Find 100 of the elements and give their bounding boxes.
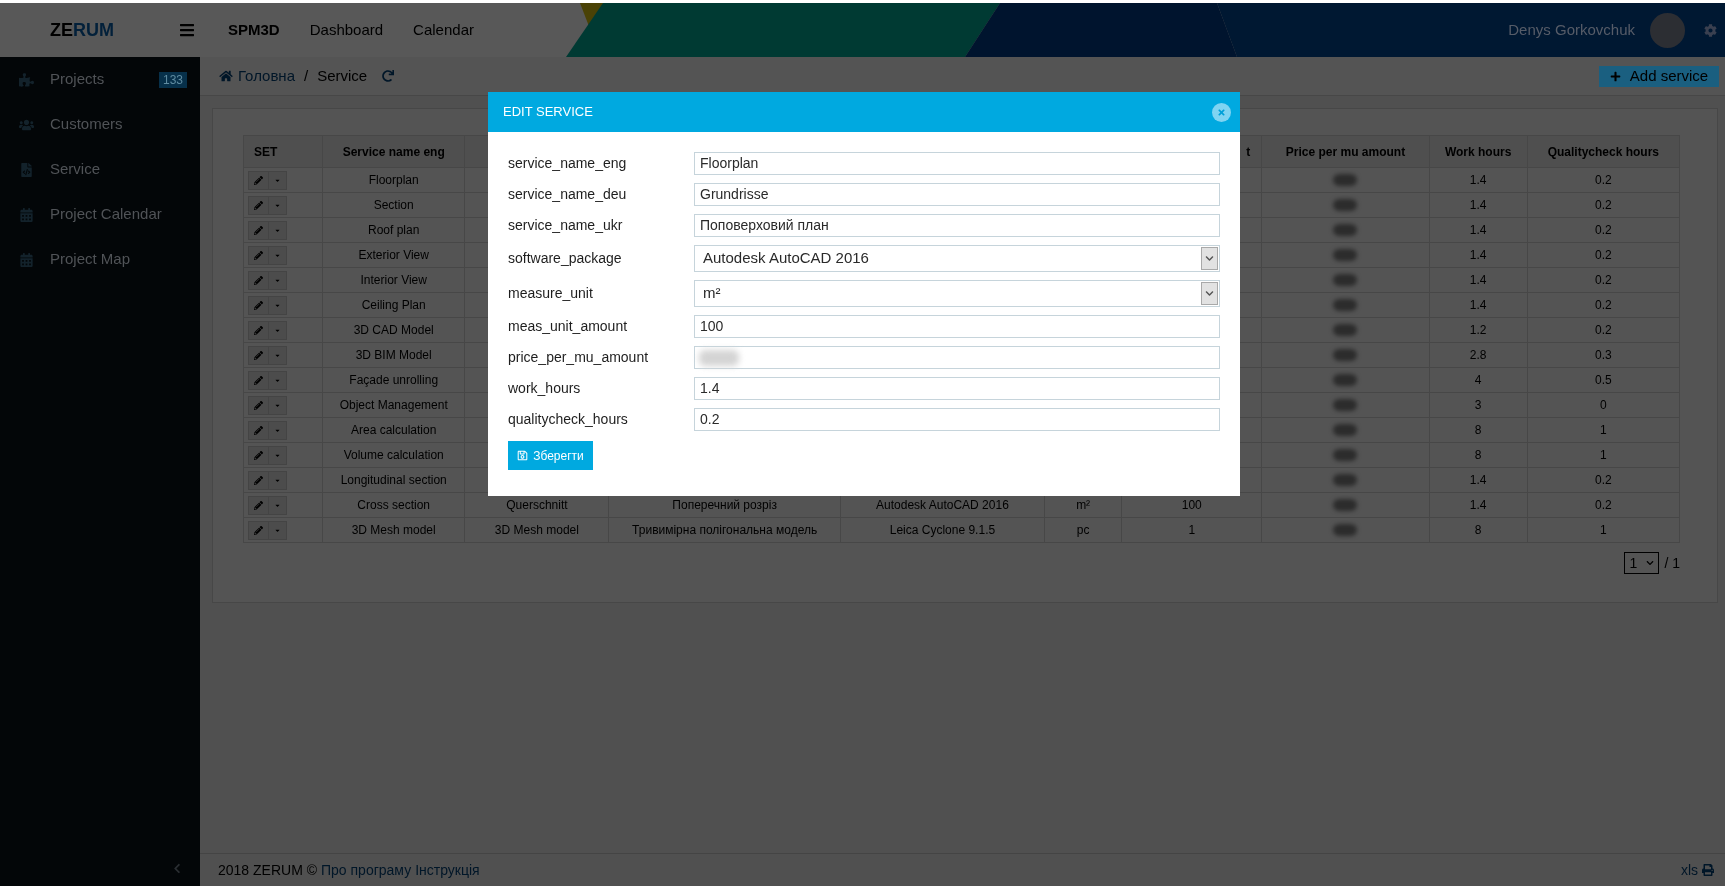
table-cell: 3D Mesh model <box>464 517 609 543</box>
sidebar-item[interactable]: Project Calendar <box>0 192 200 237</box>
chevron-left-icon[interactable] <box>173 863 181 874</box>
breadcrumb-link[interactable]: Головна <box>219 64 295 88</box>
user-name[interactable]: Denys Gorkovchuk <box>1508 18 1635 42</box>
table-cell: 4 <box>1429 367 1528 393</box>
input-field[interactable]: Floorplan <box>694 152 1220 175</box>
add-button[interactable]: Add service <box>1599 65 1719 87</box>
dropdown-toggle[interactable] <box>269 420 287 440</box>
table-cell: 1.4 <box>1429 467 1528 493</box>
pencil-icon <box>254 225 263 235</box>
dropdown-toggle[interactable] <box>269 445 287 465</box>
table-cell: 8 <box>1429 417 1528 443</box>
table-cell: 2.8 <box>1429 342 1528 368</box>
edit-button[interactable] <box>248 370 269 390</box>
dropdown-toggle[interactable] <box>269 195 287 215</box>
app-title[interactable]: SPM3D <box>228 18 280 42</box>
menu-icon[interactable] <box>178 22 196 38</box>
table-cell: 1.4 <box>1429 217 1528 243</box>
dropdown-toggle[interactable] <box>269 295 287 315</box>
settings-icon[interactable] <box>1704 23 1717 37</box>
table-cell: 0.2 <box>1527 267 1680 293</box>
dropdown-toggle[interactable] <box>269 270 287 290</box>
edit-button[interactable] <box>248 470 269 490</box>
save-button[interactable]: Зберегти <box>508 441 593 470</box>
home-icon <box>219 70 233 82</box>
edit-button[interactable] <box>248 195 269 215</box>
edit-button[interactable] <box>248 420 269 440</box>
sidebar-item[interactable]: Service <box>0 147 200 192</box>
dropdown-toggle[interactable] <box>269 395 287 415</box>
table-cell: Object Management <box>322 392 465 418</box>
dropdown-toggle[interactable] <box>269 320 287 340</box>
field-label: service_name_eng <box>508 154 628 173</box>
nav-link[interactable]: Calendar <box>413 18 474 42</box>
dropdown-toggle[interactable] <box>269 220 287 240</box>
refresh-icon[interactable] <box>382 70 395 82</box>
blurred-value <box>1333 424 1358 436</box>
dropdown-toggle[interactable] <box>269 495 287 515</box>
table-cell: 1.4 <box>1429 167 1528 193</box>
dropdown-toggle[interactable] <box>269 370 287 390</box>
input-field[interactable] <box>694 346 1220 369</box>
edit-button[interactable] <box>248 245 269 265</box>
table-cell: Тривимірна полігональна модель <box>609 517 841 543</box>
count-badge: 133 <box>158 71 187 88</box>
input-field[interactable]: 100 <box>694 315 1220 338</box>
edit-button[interactable] <box>248 320 269 340</box>
select-field[interactable]: m² <box>694 280 1220 307</box>
table-cell: Volume calculation <box>322 442 465 468</box>
puzzle-icon <box>19 72 34 87</box>
field-label: work_hours <box>508 379 582 398</box>
edit-button[interactable] <box>248 445 269 465</box>
column-header: Work hours <box>1429 135 1528 168</box>
table-cell: 1 <box>1527 417 1680 443</box>
dropdown-toggle[interactable] <box>269 345 287 365</box>
dropdown-toggle[interactable] <box>269 245 287 265</box>
edit-button[interactable] <box>248 270 269 290</box>
pencil-icon <box>254 250 263 260</box>
table-cell: 0.3 <box>1527 342 1680 368</box>
page-select[interactable]: 1 <box>1624 552 1660 574</box>
dropdown-toggle[interactable] <box>269 520 287 540</box>
table-cell: Area calculation <box>322 417 465 443</box>
edit-button[interactable] <box>248 345 269 365</box>
pencil-icon <box>254 500 263 510</box>
column-header: Service name eng <box>322 135 465 168</box>
blurred-value <box>1333 499 1358 511</box>
input-field[interactable]: Поповерховий план <box>694 214 1220 237</box>
close-button[interactable] <box>1212 102 1231 122</box>
sidebar-item[interactable]: Projects 133 <box>0 57 200 102</box>
sidebar-item[interactable]: Customers <box>0 102 200 147</box>
print-icon[interactable] <box>1702 864 1714 876</box>
column-header: SET <box>243 135 323 168</box>
pencil-icon <box>254 325 263 335</box>
dropdown-toggle[interactable] <box>269 470 287 490</box>
table-cell: 8 <box>1429 442 1528 468</box>
blurred-value <box>1333 324 1358 336</box>
table-cell: 0.2 <box>1527 192 1680 218</box>
table-cell: 1.4 <box>1429 242 1528 268</box>
footer-link[interactable]: Інструкція <box>415 859 480 881</box>
input-field[interactable]: 0.2 <box>694 408 1220 431</box>
table-cell: Interior View <box>322 267 465 293</box>
xls-link[interactable]: xls <box>1680 859 1698 881</box>
edit-button[interactable] <box>248 520 269 540</box>
footer-link[interactable]: Про програму <box>321 859 412 881</box>
blurred-value <box>1333 274 1358 286</box>
dropdown-toggle[interactable] <box>269 170 287 190</box>
edit-button[interactable] <box>248 395 269 415</box>
edit-button[interactable] <box>248 295 269 315</box>
input-field[interactable]: 1.4 <box>694 377 1220 400</box>
edit-button[interactable] <box>248 220 269 240</box>
input-field[interactable]: Grundrisse <box>694 183 1220 206</box>
nav-link[interactable]: Dashboard <box>309 18 384 42</box>
edit-button[interactable] <box>248 495 269 515</box>
select-field[interactable]: Autodesk AutoCAD 2016 <box>694 245 1220 272</box>
sidebar-item[interactable]: Project Map <box>0 237 200 282</box>
column-header: Qualitycheck hours <box>1527 135 1680 168</box>
pencil-icon <box>254 200 263 210</box>
table-cell: Section <box>322 192 465 218</box>
logo[interactable]: ZERUM <box>50 21 114 39</box>
table-cell: 3D CAD Model <box>322 317 465 343</box>
edit-button[interactable] <box>248 170 269 190</box>
